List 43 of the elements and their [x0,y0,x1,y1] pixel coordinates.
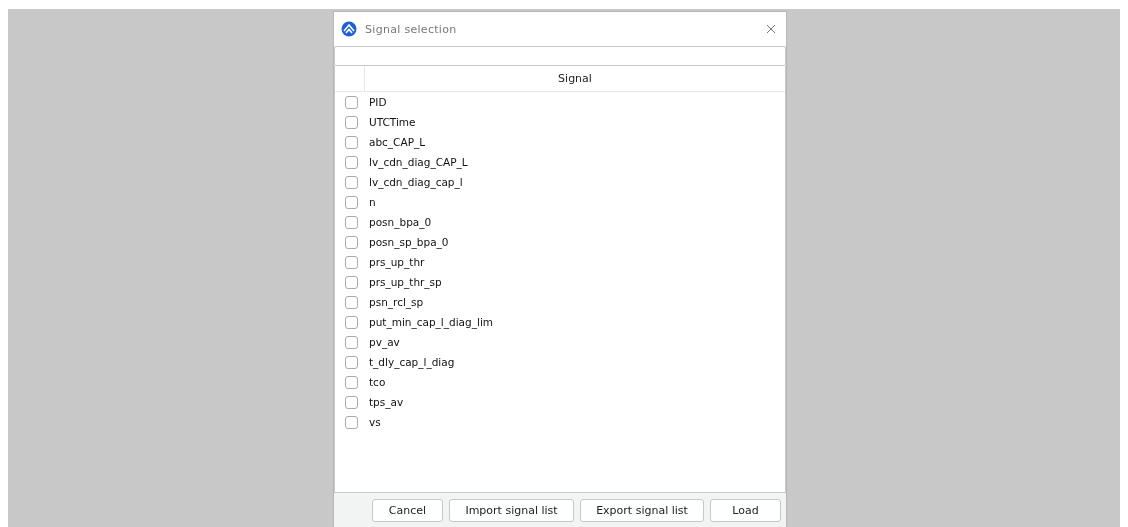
dialog-button[interactable]: Import signal list [449,498,574,522]
app-logo-icon [341,21,357,37]
signal-name: posn_sp_bpa_0 [369,236,449,248]
checkbox[interactable] [345,135,358,149]
column-header[interactable]: Signal [365,66,785,91]
signal-name: put_min_cap_l_diag_lim [369,316,494,328]
checkbox[interactable] [345,235,358,249]
signal-name: UTCTime [369,116,416,128]
checkbox[interactable] [345,115,358,129]
checkbox[interactable] [345,395,358,409]
signal-name: lv_cdn_diag_cap_l [369,176,463,188]
signal-name: lv_cdn_diag_CAP_L [369,156,468,168]
signal-name: vs [369,416,381,428]
signal-name: tps_av [369,396,404,408]
checkbox[interactable] [345,415,358,429]
dialog-button[interactable]: Export signal list [580,498,704,522]
checkbox[interactable] [345,375,358,389]
signal-name: pv_av [369,336,400,348]
search-field[interactable] [334,46,786,66]
window-title: Signal selection [365,22,458,36]
checkbox[interactable] [345,295,358,309]
checkbox[interactable] [345,215,358,229]
checkbox[interactable] [345,255,358,269]
checkbox[interactable] [345,275,358,289]
checkbox[interactable] [345,355,358,369]
checkbox[interactable] [345,175,358,189]
dialog-button[interactable]: Load [710,498,781,522]
signal-name: tco [369,376,386,388]
signal-name: prs_up_thr [369,256,425,268]
checkbox[interactable] [345,155,358,169]
dialog-button[interactable]: Cancel [372,498,443,522]
checkbox[interactable] [345,195,358,209]
signal-name: t_dly_cap_l_diag [369,356,455,368]
signal-name: n [369,196,376,208]
checkbox[interactable] [345,95,358,109]
signal-name: psn_rcl_sp [369,296,424,308]
signal-name: PID [369,96,387,108]
signal-name: abc_CAP_L [369,136,426,148]
signal-name: prs_up_thr_sp [369,276,442,288]
close-icon[interactable] [766,24,776,34]
checkbox[interactable] [345,335,358,349]
checkbox[interactable] [345,315,358,329]
signal-name: posn_bpa_0 [369,216,432,228]
